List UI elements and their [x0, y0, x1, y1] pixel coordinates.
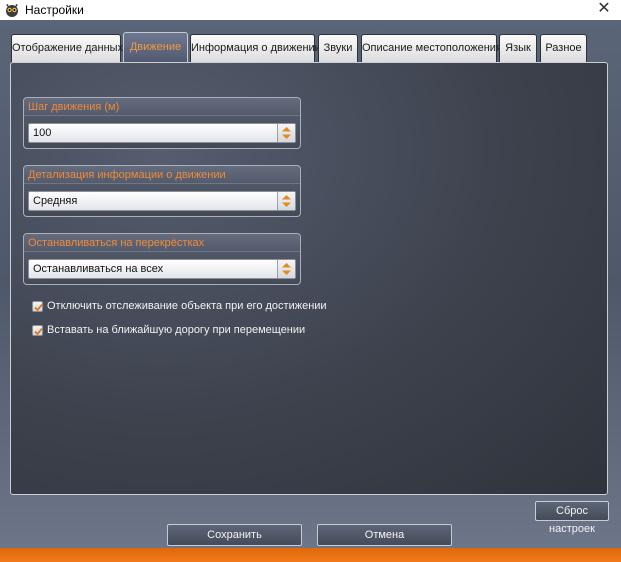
tab-misc[interactable]: Разное [540, 34, 587, 62]
tab-movement[interactable]: Движение [123, 32, 188, 62]
spin-arrows-icon[interactable] [277, 192, 295, 210]
spin-arrows-icon[interactable] [277, 260, 295, 278]
owl-icon [5, 3, 19, 17]
movement-detail-group: Детализация информации о движении Средня… [23, 165, 301, 217]
tab-label: Звуки [323, 42, 353, 54]
bottom-accent-bar [0, 548, 621, 562]
tab-location-description[interactable]: Описание местоположения [361, 34, 502, 62]
intersection-stop-group: Останавливаться на перекрёстках Останавл… [23, 233, 301, 285]
settings-window-body: Отображение данных Движение Информация о… [0, 20, 621, 548]
save-button[interactable]: Сохранить [167, 524, 302, 546]
tab-label: Язык [505, 42, 531, 54]
movement-detail-label: Детализация информации о движении [24, 166, 300, 184]
movement-detail-value: Средняя [33, 195, 78, 207]
intersection-stop-value: Останавливаться на всех [33, 263, 164, 275]
tab-display-data[interactable]: Отображение данных [11, 34, 124, 62]
checkmark-icon [34, 303, 43, 312]
disable-tracking-label: Отключить отслеживание объекта при его д… [47, 300, 327, 312]
cancel-button[interactable]: Отмена [317, 524, 452, 546]
tab-movement-info[interactable]: Информация о движении [190, 34, 321, 62]
checkmark-icon [34, 327, 43, 336]
save-label: Сохранить [207, 529, 262, 541]
checkbox-box[interactable] [32, 325, 43, 336]
tab-sounds[interactable]: Звуки [318, 34, 358, 62]
reset-settings-label: Сброс настроек [549, 505, 595, 535]
reset-settings-button[interactable]: Сброс настроек [535, 501, 609, 535]
tab-label: Разное [545, 42, 582, 54]
intersection-stop-selector[interactable]: Останавливаться на всех [28, 259, 296, 279]
movement-settings-panel: Шаг движения (м) 100 Детализация информа… [10, 62, 608, 495]
tab-label: Информация о движении [191, 42, 321, 54]
spin-arrows-icon[interactable] [277, 124, 295, 142]
snap-to-road-label: Вставать на ближайшую дорогу при перемещ… [47, 324, 306, 336]
title-bar: Настройки ✕ [0, 0, 621, 20]
cancel-label: Отмена [364, 529, 405, 541]
tab-language[interactable]: Язык [499, 34, 537, 62]
movement-step-value: 100 [33, 127, 52, 139]
close-icon: ✕ [597, 0, 611, 17]
close-button[interactable]: ✕ [587, 0, 621, 20]
tab-label: Описание местоположения [362, 42, 502, 54]
tab-label: Отображение данных [12, 42, 124, 54]
movement-step-label: Шаг движения (м) [24, 98, 300, 116]
movement-step-group: Шаг движения (м) 100 [23, 97, 301, 149]
window-title: Настройки [25, 3, 84, 17]
tab-label: Движение [129, 41, 182, 53]
checkbox-box[interactable] [32, 301, 43, 312]
intersection-stop-label: Останавливаться на перекрёстках [24, 234, 300, 252]
movement-step-spinner[interactable]: 100 [28, 123, 296, 143]
movement-detail-selector[interactable]: Средняя [28, 191, 296, 211]
